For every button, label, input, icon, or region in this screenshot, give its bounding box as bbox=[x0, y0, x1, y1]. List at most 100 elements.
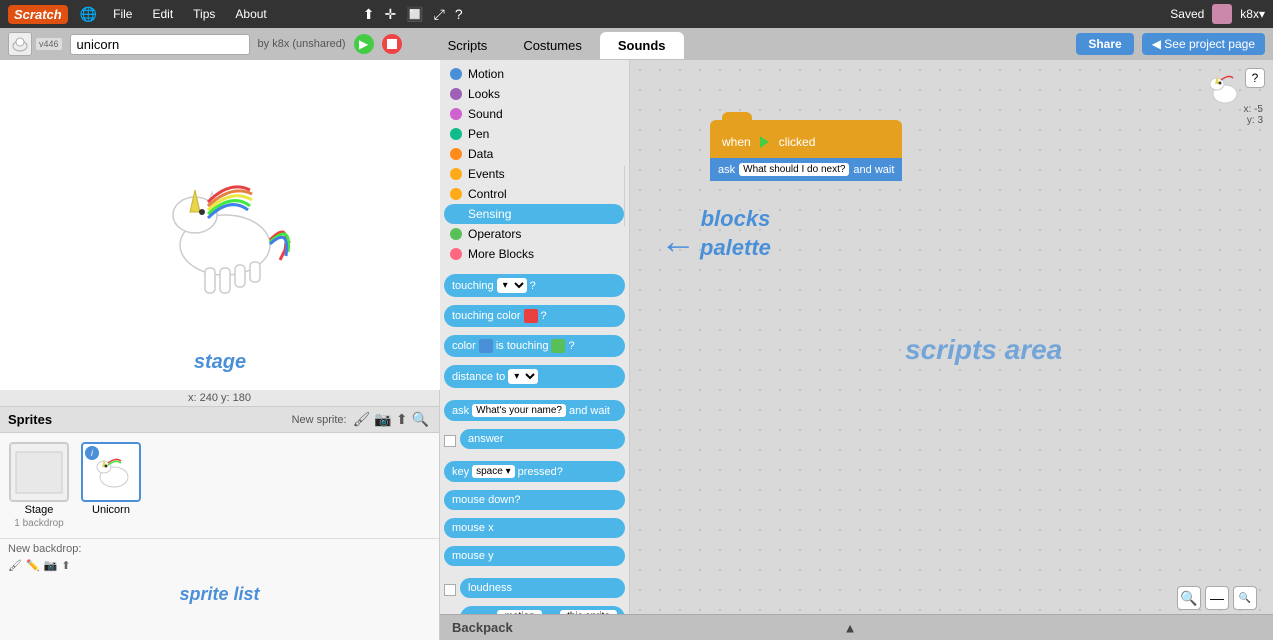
ask-script-input[interactable]: What should I do next? bbox=[739, 163, 849, 176]
tips-menu[interactable]: Tips bbox=[189, 5, 219, 23]
sound-label: Sound bbox=[468, 107, 503, 121]
backpack-caret-icon: ▲ bbox=[844, 620, 857, 635]
ask-input[interactable]: What's your name? bbox=[472, 404, 566, 417]
color-box-1[interactable] bbox=[524, 309, 538, 323]
unicorn-name: Unicorn bbox=[92, 504, 130, 516]
zoom-out-button[interactable]: 🔍 bbox=[1233, 586, 1257, 610]
unicorn-sprite-item[interactable]: i Unicorn bbox=[78, 439, 144, 532]
sensing-label: Sensing bbox=[468, 207, 511, 221]
category-pen[interactable]: Pen bbox=[444, 124, 625, 144]
zoom-reset-button[interactable]: — bbox=[1205, 586, 1229, 610]
mouse-y-block[interactable]: mouse y bbox=[444, 546, 625, 566]
paint-sprite-icon[interactable]: 🖌 bbox=[353, 411, 371, 428]
distance-block[interactable]: distance to ▾ bbox=[444, 365, 625, 388]
scratch-logo[interactable]: Scratch bbox=[8, 5, 68, 24]
touching-color-block[interactable]: touching color ? bbox=[444, 305, 625, 327]
saved-label: Saved bbox=[1170, 7, 1204, 21]
tab-costumes[interactable]: Costumes bbox=[505, 32, 600, 59]
key-pressed-block[interactable]: key space ▾ pressed? bbox=[444, 461, 625, 482]
mouse-x-block-row: mouse x bbox=[444, 518, 625, 542]
stamp-icon[interactable]: 🔲 bbox=[406, 6, 423, 23]
upload-backdrop-icon[interactable]: ⬆ bbox=[61, 559, 70, 572]
distance-block-row: distance to ▾ bbox=[444, 365, 625, 392]
mouse-x-block[interactable]: mouse x bbox=[444, 518, 625, 538]
upload-sprite-icon[interactable]: ⬆ bbox=[396, 411, 408, 428]
loudness-block[interactable]: loudness bbox=[460, 578, 625, 598]
share-button[interactable]: Share bbox=[1076, 33, 1133, 55]
key-pressed-block-row: key space ▾ pressed? bbox=[444, 461, 625, 486]
edit-backdrop-icon[interactable]: ✏️ bbox=[26, 559, 40, 572]
file-menu[interactable]: File bbox=[109, 5, 136, 23]
stage-name: Stage bbox=[25, 504, 54, 516]
mouse-down-block[interactable]: mouse down? bbox=[444, 490, 625, 510]
touching-dropdown[interactable]: ▾ bbox=[497, 278, 527, 293]
ask-block[interactable]: ask What's your name? and wait bbox=[444, 400, 625, 421]
motion-label: Motion bbox=[468, 67, 504, 81]
unicorn-thumb: i bbox=[81, 442, 141, 502]
tab-scripts[interactable]: Scripts bbox=[430, 32, 506, 59]
motion-dot bbox=[450, 68, 462, 80]
answer-checkbox[interactable] bbox=[444, 435, 456, 447]
coord-x: -5 bbox=[1254, 104, 1263, 115]
operators-dot bbox=[450, 228, 462, 240]
user-label[interactable]: k8x▾ bbox=[1240, 7, 1265, 21]
pointer-icon[interactable]: ✛ bbox=[385, 6, 397, 23]
zoom-in-button[interactable]: 🔍 bbox=[1177, 586, 1201, 610]
fullscreen-icon[interactable]: ⤢ bbox=[434, 6, 445, 23]
ask-script-block[interactable]: ask What should I do next? and wait bbox=[710, 158, 902, 181]
help-icon[interactable]: ? bbox=[455, 6, 463, 23]
answer-block[interactable]: answer bbox=[460, 429, 625, 449]
category-sound[interactable]: Sound bbox=[444, 104, 625, 124]
sprites-list: Stage 1 backdrop i bbox=[0, 433, 439, 538]
category-motion[interactable]: Motion bbox=[444, 64, 625, 84]
stage-thumb bbox=[9, 442, 69, 502]
key-input[interactable]: space ▾ bbox=[472, 465, 514, 478]
data-dot bbox=[450, 148, 462, 160]
search-sprite-icon[interactable]: 🔍 bbox=[412, 411, 429, 428]
blocks-palette-label: blocks palette bbox=[700, 205, 771, 262]
see-project-button[interactable]: ◀ See project page bbox=[1142, 33, 1265, 55]
category-events[interactable]: Events bbox=[444, 164, 624, 184]
category-data[interactable]: Data bbox=[444, 144, 625, 164]
category-operators[interactable]: Operators bbox=[444, 224, 624, 244]
loudness-checkbox[interactable] bbox=[444, 584, 456, 596]
operators-label: Operators bbox=[468, 227, 521, 241]
paint-backdrop-icon[interactable]: 🖌 bbox=[8, 559, 22, 572]
touching-block-row: touching ▾ ? bbox=[444, 274, 625, 301]
category-more-blocks[interactable]: More Blocks bbox=[444, 244, 625, 264]
distance-dropdown[interactable]: ▾ bbox=[508, 369, 538, 384]
ask-block-row: ask What's your name? and wait bbox=[444, 400, 625, 425]
user-avatar bbox=[1212, 4, 1232, 24]
category-control[interactable]: Control bbox=[444, 184, 624, 204]
globe-icon[interactable]: 🌐 bbox=[80, 6, 97, 23]
edit-menu[interactable]: Edit bbox=[148, 5, 177, 23]
block-palette: Motion Looks Sound Pen Data Events bbox=[440, 60, 630, 640]
help-corner-button[interactable]: ? bbox=[1245, 68, 1265, 88]
about-menu[interactable]: About bbox=[231, 5, 270, 23]
color-touching-block-row: color is touching ? bbox=[444, 335, 625, 361]
hat-bump bbox=[722, 112, 752, 122]
stage-sprite-item[interactable]: Stage 1 backdrop bbox=[6, 439, 72, 532]
more-blocks-dot bbox=[450, 248, 462, 260]
color-touching-block[interactable]: color is touching ? bbox=[444, 335, 625, 357]
sprite-info-icon[interactable]: i bbox=[85, 446, 99, 460]
sprite-name-input[interactable] bbox=[70, 34, 250, 55]
looks-dot bbox=[450, 88, 462, 100]
color-box-2[interactable] bbox=[479, 339, 493, 353]
camera-backdrop-icon[interactable]: 📷 bbox=[44, 559, 58, 572]
touching-block[interactable]: touching ▾ ? bbox=[444, 274, 625, 297]
blocks-scroll: touching ▾ ? touching color ? color is t… bbox=[440, 268, 629, 640]
tab-sounds[interactable]: Sounds bbox=[600, 32, 684, 59]
stop-button[interactable] bbox=[382, 34, 402, 54]
palette-label-line2: palette bbox=[700, 235, 771, 260]
backpack-bar[interactable]: Backpack ▲ bbox=[440, 614, 1273, 640]
touching-color-block-row: touching color ? bbox=[444, 305, 625, 331]
green-flag-button[interactable]: ▶ bbox=[354, 34, 374, 54]
upload-icon[interactable]: ⬆ bbox=[363, 6, 375, 23]
camera-sprite-icon[interactable]: 📷 bbox=[374, 411, 391, 428]
category-sensing[interactable]: Sensing bbox=[444, 204, 624, 224]
color-box-3[interactable] bbox=[551, 339, 565, 353]
hat-block[interactable]: when clicked bbox=[710, 120, 902, 158]
category-looks[interactable]: Looks bbox=[444, 84, 625, 104]
sprites-section: Sprites New sprite: 🖌 📷 ⬆ 🔍 Stage 1 back… bbox=[0, 406, 439, 640]
